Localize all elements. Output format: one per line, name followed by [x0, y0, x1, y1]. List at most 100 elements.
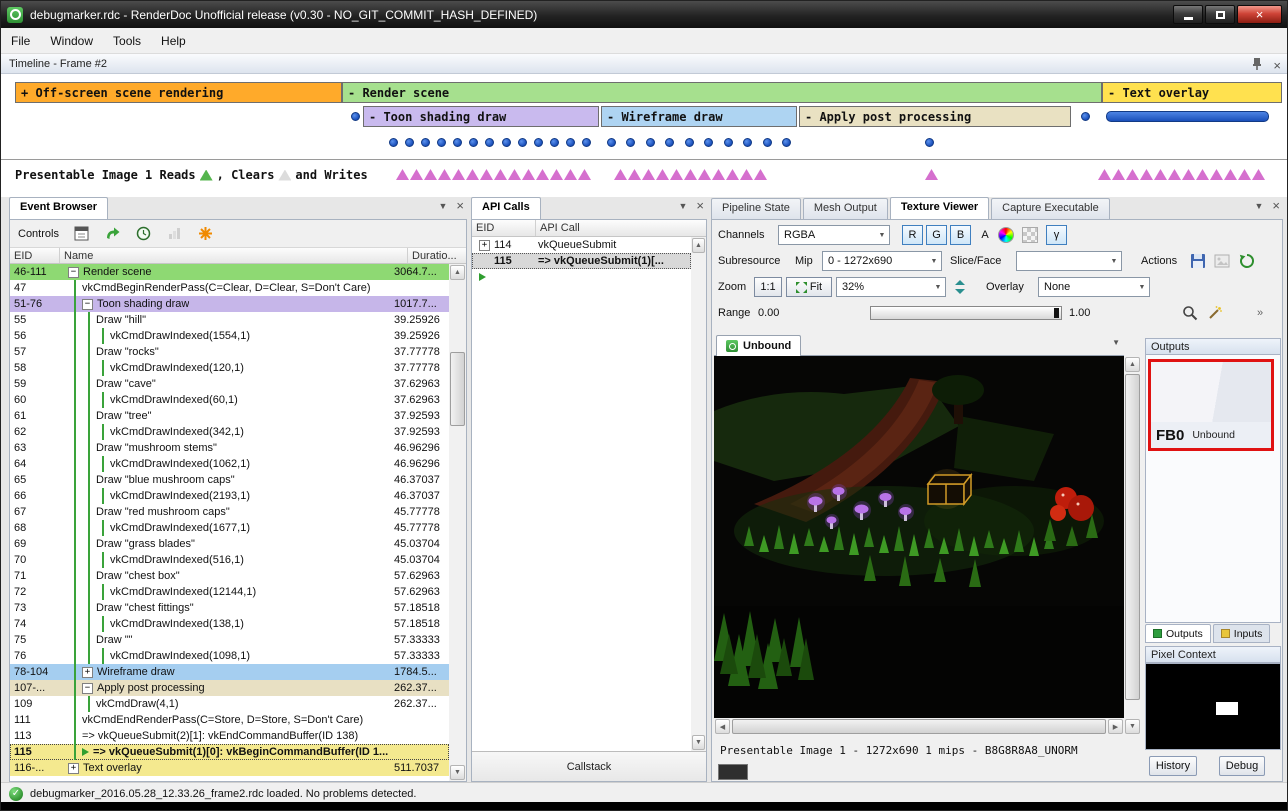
- event-row[interactable]: 75Draw ""57.33333: [10, 632, 449, 648]
- write-marker-triangle[interactable]: [1224, 169, 1237, 180]
- tab-pipeline-state[interactable]: Pipeline State: [711, 198, 801, 219]
- column-eid[interactable]: EID: [472, 220, 536, 236]
- draw-event-dot[interactable]: [607, 138, 616, 147]
- event-row[interactable]: 57Draw "rocks"37.77778: [10, 344, 449, 360]
- event-row[interactable]: 62vkCmdDrawIndexed(342,1)37.92593: [10, 424, 449, 440]
- event-row[interactable]: 66vkCmdDrawIndexed(2193,1)46.37037: [10, 488, 449, 504]
- minimize-button[interactable]: [1173, 5, 1203, 24]
- timeline-bar-postprocess[interactable]: - Apply post processing: [799, 106, 1071, 127]
- event-row[interactable]: 63Draw "mushroom stems"46.96296: [10, 440, 449, 456]
- channel-g-button[interactable]: G: [926, 225, 947, 245]
- write-marker-triangle[interactable]: [564, 169, 577, 180]
- api-call-row[interactable]: [472, 269, 691, 285]
- event-row[interactable]: 107-...−Apply post processing262.37...: [10, 680, 449, 696]
- event-browser-scrollbar[interactable]: ▲ ▼: [449, 264, 466, 781]
- write-marker-triangle[interactable]: [925, 169, 938, 180]
- write-marker-triangle[interactable]: [396, 169, 409, 180]
- auto-fit-wand-icon[interactable]: [1207, 305, 1223, 321]
- write-marker-triangle[interactable]: [1098, 169, 1111, 180]
- scrollbar-thumb[interactable]: [450, 352, 465, 426]
- write-marker-triangle[interactable]: [754, 169, 767, 180]
- event-row[interactable]: 74vkCmdDrawIndexed(138,1)57.18518: [10, 616, 449, 632]
- event-row[interactable]: 64vkCmdDrawIndexed(1062,1)46.96296: [10, 456, 449, 472]
- scroll-down-icon[interactable]: ▼: [692, 735, 705, 750]
- write-marker-triangle[interactable]: [1154, 169, 1167, 180]
- column-duration[interactable]: Duratio...: [408, 248, 466, 263]
- stats-icon[interactable]: [167, 226, 183, 242]
- event-row[interactable]: 115=> vkQueueSubmit(1)[0]: vkBeginComman…: [10, 744, 449, 760]
- debug-button[interactable]: Debug: [1219, 756, 1265, 776]
- browse-icon[interactable]: [74, 226, 90, 242]
- collapse-icon[interactable]: −: [82, 683, 93, 694]
- write-marker-triangle[interactable]: [480, 169, 493, 180]
- menu-window[interactable]: Window: [40, 30, 103, 52]
- scroll-up-icon[interactable]: ▲: [1125, 357, 1140, 372]
- texture-hscrollbar[interactable]: ◀ ▶: [714, 718, 1124, 735]
- event-row[interactable]: 72vkCmdDrawIndexed(12144,1)57.62963: [10, 584, 449, 600]
- maximize-button[interactable]: [1205, 5, 1235, 24]
- menu-file[interactable]: File: [1, 30, 40, 52]
- slice-face-combo[interactable]: ▼: [1016, 251, 1122, 271]
- overlay-draws-bar[interactable]: [1106, 111, 1269, 122]
- magnifier-icon[interactable]: [1182, 305, 1198, 321]
- draw-event-dot[interactable]: [389, 138, 398, 147]
- write-marker-triangle[interactable]: [726, 169, 739, 180]
- timeline-body[interactable]: + Off-screen scene rendering - Render sc…: [1, 74, 1287, 197]
- write-marker-triangle[interactable]: [494, 169, 507, 180]
- event-row[interactable]: 46-111−Render scene3064.7...: [10, 264, 449, 280]
- mip-combo[interactable]: 0 - 1272x690▼: [822, 251, 942, 271]
- api-scrollbar[interactable]: ▲ ▼: [691, 237, 706, 751]
- write-marker-triangle[interactable]: [1238, 169, 1251, 180]
- fb0-thumbnail[interactable]: FB0 Unbound: [1148, 359, 1274, 451]
- api-call-row[interactable]: +114vkQueueSubmit: [472, 237, 691, 253]
- collapse-icon[interactable]: −: [82, 299, 93, 310]
- event-row[interactable]: 76vkCmdDrawIndexed(1098,1)57.33333: [10, 648, 449, 664]
- write-marker-triangle[interactable]: [438, 169, 451, 180]
- api-column-headers[interactable]: EID API Call: [472, 220, 706, 237]
- scroll-up-icon[interactable]: ▲: [692, 238, 705, 253]
- expand-icon[interactable]: +: [82, 667, 93, 678]
- range-handle[interactable]: [1054, 308, 1059, 318]
- event-column-headers[interactable]: EID Name Duratio...: [10, 247, 466, 264]
- event-row[interactable]: 68vkCmdDrawIndexed(1677,1)45.77778: [10, 520, 449, 536]
- write-marker-triangle[interactable]: [1210, 169, 1223, 180]
- write-marker-triangle[interactable]: [1182, 169, 1195, 180]
- write-marker-triangle[interactable]: [656, 169, 669, 180]
- scroll-up-icon[interactable]: ▲: [450, 265, 465, 280]
- event-row[interactable]: 70vkCmdDrawIndexed(516,1)45.03704: [10, 552, 449, 568]
- draw-event-dot[interactable]: [485, 138, 494, 147]
- timeline-bar-wireframe[interactable]: - Wireframe draw: [601, 106, 797, 127]
- write-marker-triangle[interactable]: [628, 169, 641, 180]
- write-marker-triangle[interactable]: [424, 169, 437, 180]
- panel-menu-icon[interactable]: ▼: [678, 201, 687, 211]
- draw-event-dot[interactable]: [782, 138, 791, 147]
- write-marker-triangle[interactable]: [740, 169, 753, 180]
- draw-event-dot[interactable]: [566, 138, 575, 147]
- draw-event-dot[interactable]: [582, 138, 591, 147]
- event-row[interactable]: 67Draw "red mushroom caps"45.77778: [10, 504, 449, 520]
- zoom-combo[interactable]: 32%▼: [836, 277, 946, 297]
- draw-event-dot[interactable]: [724, 138, 733, 147]
- event-row[interactable]: 78-104+Wireframe draw1784.5...: [10, 664, 449, 680]
- draw-event-dot[interactable]: [405, 138, 414, 147]
- column-name[interactable]: Name: [60, 248, 408, 263]
- close-button[interactable]: ×: [1237, 5, 1282, 24]
- timeline-bar-offscreen[interactable]: + Off-screen scene rendering: [15, 82, 342, 103]
- menu-help[interactable]: Help: [151, 30, 196, 52]
- write-marker-triangle[interactable]: [712, 169, 725, 180]
- title-bar[interactable]: debugmarker.rdc - RenderDoc Unofficial r…: [1, 1, 1287, 28]
- zoom-1to1-button[interactable]: 1:1: [754, 277, 782, 297]
- render-preview[interactable]: [714, 356, 1124, 718]
- write-marker-triangle[interactable]: [1112, 169, 1125, 180]
- write-marker-triangle[interactable]: [698, 169, 711, 180]
- event-row[interactable]: 60vkCmdDrawIndexed(60,1)37.62963: [10, 392, 449, 408]
- expand-icon[interactable]: +: [68, 763, 79, 774]
- event-row[interactable]: 111vkCmdEndRenderPass(C=Store, D=Store, …: [10, 712, 449, 728]
- write-marker-triangle[interactable]: [684, 169, 697, 180]
- draw-event-dot[interactable]: [469, 138, 478, 147]
- tab-event-browser[interactable]: Event Browser: [9, 197, 108, 219]
- event-row[interactable]: 59Draw "cave"37.62963: [10, 376, 449, 392]
- event-row[interactable]: 73Draw "chest fittings"57.18518: [10, 600, 449, 616]
- event-row[interactable]: 109vkCmdDraw(4,1)262.37...: [10, 696, 449, 712]
- draw-event-dot[interactable]: [626, 138, 635, 147]
